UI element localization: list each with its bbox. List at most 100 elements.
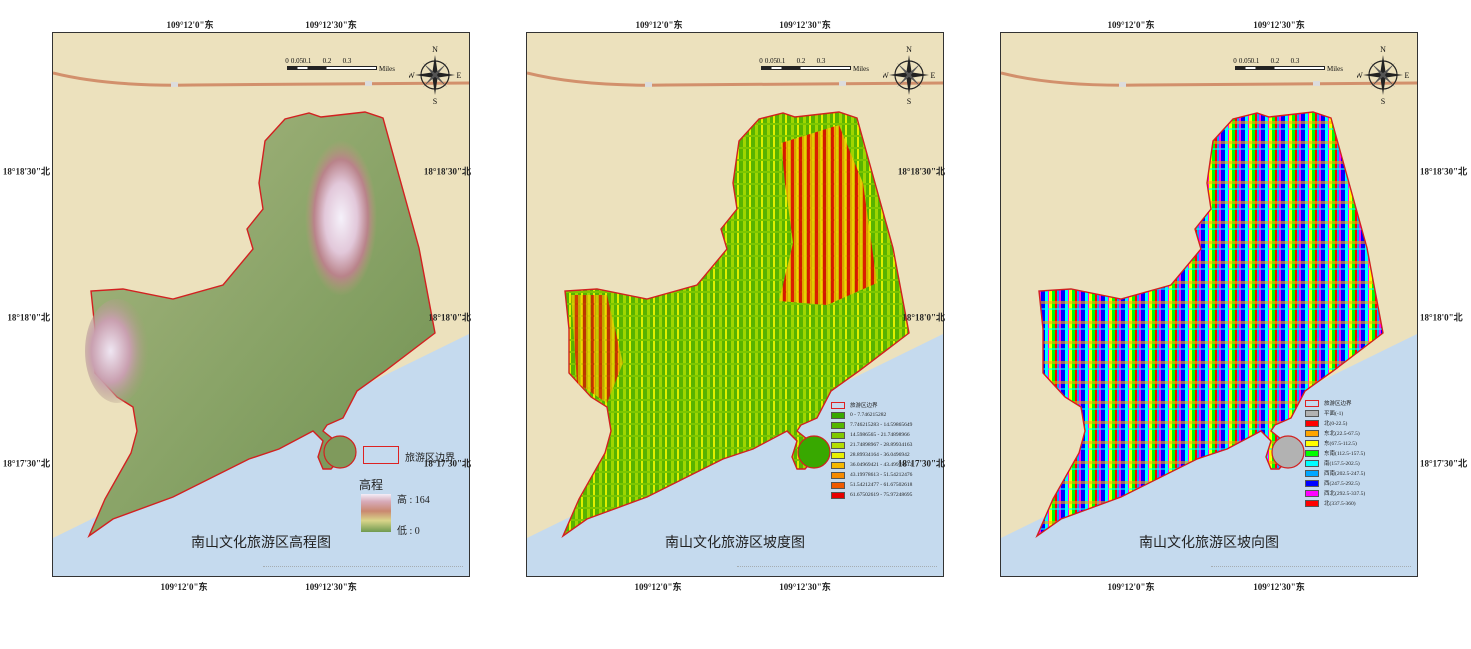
svg-text:S: S — [907, 97, 911, 105]
legend-row: 南(157.5-202.5) — [1305, 458, 1409, 468]
svg-text:W: W — [1357, 71, 1363, 80]
legend-row: 东(67.5-112.5) — [1305, 438, 1409, 448]
legend-swatch — [1305, 479, 1319, 487]
legend-swatch — [1305, 439, 1319, 447]
top-longitude-label: 109°12'30"东 — [779, 20, 831, 30]
bottom-longitude-label: 109°12'30"东 — [779, 582, 831, 592]
legend-label: 北(0-22.5) — [1324, 421, 1348, 427]
latitude-label: 18°18'0"北 — [902, 312, 945, 323]
legend-swatch — [1305, 489, 1319, 497]
svg-text:N: N — [906, 45, 912, 54]
slope-legend: 旅游区边界 0 - 7.746215282 7.746215283 - 14.59… — [831, 400, 935, 500]
svg-text:S: S — [1381, 97, 1385, 105]
legend-row-boundary: 旅游区边界 — [1305, 398, 1409, 408]
bottom-longitude-label: 109°12'0"东 — [160, 582, 208, 592]
legend-row: 43.19978613 - 51.54212476 — [831, 470, 935, 480]
legend-row: 西南(202.5-247.5) — [1305, 468, 1409, 478]
north-arrow-compass-icon: N S E W — [1357, 45, 1409, 105]
bottom-longitude-label: 109°12'0"东 — [1107, 582, 1155, 592]
credits-line — [1211, 566, 1411, 572]
legend-swatch — [831, 471, 845, 479]
top-longitude-label: 109°12'0"东 — [1107, 20, 1155, 30]
legend-swatch — [831, 401, 845, 409]
legend-row: 7.746215283 - 14.59865649 — [831, 420, 935, 430]
legend-label: 7.746215283 - 14.59865649 — [850, 422, 913, 428]
credits-line — [263, 566, 463, 572]
legend-swatch — [831, 491, 845, 499]
legend-row: 西(247.5-292.5) — [1305, 478, 1409, 488]
legend-label: 东南(112.5-157.5) — [1324, 451, 1366, 457]
legend-label: 43.19978613 - 51.54212476 — [850, 472, 913, 478]
bottom-longitude-label: 109°12'30"东 — [305, 582, 357, 592]
legend-label: 14.5986565 - 21.74898966 — [850, 432, 910, 438]
legend-row: 北(0-22.5) — [1305, 418, 1409, 428]
top-longitude-label: 109°12'0"东 — [635, 20, 683, 30]
legend-swatch — [1305, 399, 1319, 407]
legend-swatch — [831, 421, 845, 429]
legend-swatch — [1305, 459, 1319, 467]
legend-swatch — [831, 411, 845, 419]
elevation-map-frame: 0 0.05 0.1 0.2 0.3 Miles N S E W 旅游区边界 高… — [52, 32, 470, 577]
svg-text:N: N — [1380, 45, 1386, 54]
legend-swatch — [1305, 469, 1319, 477]
latitude-label: 18°18'30"北 — [897, 166, 945, 177]
aspect-map-panel: 109°12'0"东 109°12'30"东 109°12'0"东 109°12… — [898, 0, 1467, 600]
scale-bar: 0 0.05 0.1 0.2 0.3 Miles — [1233, 57, 1343, 73]
latitude-label: 18°17'30"北 — [897, 458, 945, 469]
elevation-legend-heading: 高程 — [359, 478, 384, 492]
scale-bar: 0 0.05 0.1 0.2 0.3 Miles — [285, 57, 395, 73]
legend-label: 北(337.5-360) — [1324, 501, 1356, 507]
legend-swatch — [1305, 409, 1319, 417]
credits-line — [737, 566, 937, 572]
latitude-label: 18°18'30"北 — [423, 166, 471, 177]
aspect-legend: 旅游区边界 平面(-1) 北(0-22.5) 东北(22.5-67.5) 东(67.5… — [1305, 398, 1409, 508]
elevation-color-ramp — [361, 494, 391, 532]
legend-label: 61.67502619 - 75.97248695 — [850, 492, 913, 498]
svg-text:N: N — [432, 45, 438, 54]
north-arrow-compass-icon: N S E W — [883, 45, 935, 105]
svg-text:E: E — [931, 71, 935, 80]
legend-swatch — [1305, 419, 1319, 427]
left-latitude-label: 18°18'0"北 — [7, 312, 50, 323]
legend-row: 61.67502619 - 75.97248695 — [831, 490, 935, 500]
top-longitude-label: 109°12'30"东 — [305, 20, 357, 30]
right-latitude-label: 18°18'30"北 — [1420, 166, 1468, 177]
legend-row: 东南(112.5-157.5) — [1305, 448, 1409, 458]
slope-map-frame: 0 0.05 0.1 0.2 0.3 Miles N S E W 旅游区边界 — [526, 32, 944, 577]
bottom-longitude-label: 109°12'0"东 — [634, 582, 682, 592]
left-latitude-label: 18°18'30"北 — [2, 166, 50, 177]
right-latitude-label: 18°18'0"北 — [1420, 312, 1463, 323]
left-latitude-label: 18°17'30"北 — [2, 458, 50, 469]
legend-swatch — [831, 451, 845, 459]
legend-label: 南(157.5-202.5) — [1324, 461, 1360, 467]
north-arrow-compass-icon: N S E W — [409, 45, 461, 105]
svg-text:W: W — [883, 71, 889, 80]
legend-label: 西北(292.5-337.5) — [1324, 491, 1366, 497]
right-latitude-label: 18°17'30"北 — [1420, 458, 1468, 469]
legend-swatch — [831, 461, 845, 469]
legend-swatch — [1305, 429, 1319, 437]
legend-row: 平面(-1) — [1305, 408, 1409, 418]
legend-label: 西南(202.5-247.5) — [1324, 471, 1366, 477]
legend-row-boundary: 旅游区边界 — [831, 400, 935, 410]
legend-row: 北(337.5-360) — [1305, 498, 1409, 508]
legend-row: 东北(22.5-67.5) — [1305, 428, 1409, 438]
legend-swatch — [831, 481, 845, 489]
legend-label: 51.54212477 - 61.67502618 — [850, 482, 913, 488]
top-longitude-label: 109°12'0"东 — [166, 20, 214, 30]
legend-label: 西(247.5-292.5) — [1324, 481, 1360, 487]
legend-label: 0 - 7.746215282 — [850, 412, 887, 418]
elevation-high-label: 高 : 164 — [397, 495, 430, 506]
elevation-map-panel: 109°12'0"东 109°12'30"东 109°12'0"东 109°12… — [0, 0, 470, 600]
map-title: 南山文化旅游区高程图 — [191, 536, 331, 551]
legend-label: 21.74898967 - 28.89934163 — [850, 442, 913, 448]
legend-label: 平面(-1) — [1324, 411, 1344, 417]
latitude-label: 18°17'30"北 — [423, 458, 471, 469]
legend-swatch — [831, 441, 845, 449]
legend-label: 东(67.5-112.5) — [1324, 441, 1357, 447]
legend-row: 51.54212477 - 61.67502618 — [831, 480, 935, 490]
top-longitude-label: 109°12'30"东 — [1253, 20, 1305, 30]
legend-row: 西北(292.5-337.5) — [1305, 488, 1409, 498]
legend-swatch — [1305, 449, 1319, 457]
latitude-label: 18°18'0"北 — [428, 312, 471, 323]
